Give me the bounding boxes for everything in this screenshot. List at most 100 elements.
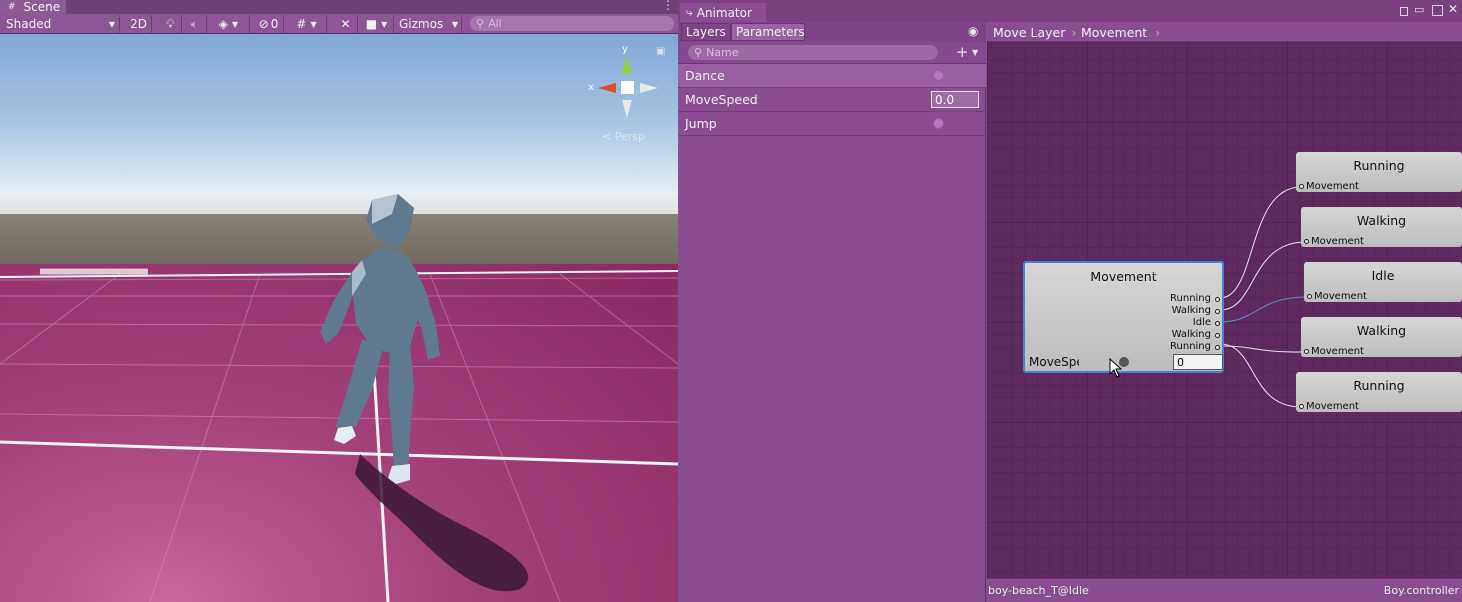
scene-viewport[interactable]: ▀▀▀▀▀▀▀▀▀▀▀▀▀▀ y x ≺ Persp ▣ bbox=[0, 34, 678, 602]
gizmo-x-label: x bbox=[588, 82, 594, 93]
input-port[interactable] bbox=[1307, 294, 1312, 299]
parameters-column: Layers Parameters ◉ ⚲ Name + ▼ Dance Mov… bbox=[678, 22, 986, 602]
tools-toggle[interactable]: ✕ bbox=[334, 15, 358, 33]
parameter-row-jump[interactable]: Jump bbox=[678, 112, 986, 136]
lock-icon[interactable]: ▣ bbox=[656, 46, 665, 57]
parameter-search-input[interactable]: ⚲ Name bbox=[688, 45, 938, 60]
output-label: Running bbox=[1170, 341, 1211, 352]
mode-2d-button[interactable]: 2D bbox=[126, 15, 152, 33]
floor-texture-text: ▀▀▀▀▀▀▀▀▀▀▀▀▀▀ bbox=[39, 268, 148, 281]
chevron-down-icon: ▼ bbox=[310, 19, 317, 29]
orientation-gizmo[interactable]: y x bbox=[588, 44, 658, 118]
blend-param-label: MoveSpeed bbox=[1029, 355, 1079, 369]
output-label: Running bbox=[1170, 293, 1211, 304]
status-controller-name: Boy.controller bbox=[1383, 584, 1459, 597]
blend-param-value: 0 bbox=[1177, 355, 1184, 369]
eye-slash-icon: ⊘ bbox=[258, 17, 269, 31]
motion-node-title: Idle bbox=[1371, 268, 1395, 283]
trigger-toggle[interactable] bbox=[933, 70, 944, 81]
parameter-row-dance[interactable]: Dance bbox=[678, 64, 986, 88]
output-label: Walking bbox=[1171, 305, 1211, 316]
input-port-label: Movement bbox=[1306, 401, 1359, 412]
output-port[interactable] bbox=[1215, 309, 1220, 314]
effects-dropdown[interactable]: ◈ ▼ bbox=[208, 15, 250, 33]
output-port[interactable] bbox=[1215, 333, 1220, 338]
parameter-name: Dance bbox=[685, 68, 725, 83]
motion-node-title: Running bbox=[1353, 378, 1405, 393]
speaker-icon: 🔈︎ bbox=[190, 16, 199, 31]
movespeed-value: 0.0 bbox=[935, 92, 955, 107]
projection-label: Persp bbox=[614, 130, 645, 143]
animator-icon: ⤷ bbox=[686, 5, 693, 19]
motion-node-title: Walking bbox=[1356, 213, 1407, 228]
input-port-label: Movement bbox=[1306, 181, 1359, 192]
layers-parameters-tabs: Layers Parameters ◉ bbox=[678, 22, 986, 42]
shading-mode-dropdown[interactable]: Shaded ▼ bbox=[2, 15, 120, 33]
motion-node-running[interactable]: Running Movement bbox=[1296, 152, 1462, 192]
output-port[interactable] bbox=[1215, 345, 1220, 350]
input-port-label: Movement bbox=[1311, 236, 1364, 247]
parameter-name: Jump bbox=[685, 116, 717, 131]
mode-2d-label: 2D bbox=[130, 17, 147, 31]
grid-snapping-dropdown[interactable]: # ▼ bbox=[287, 15, 327, 33]
input-port[interactable] bbox=[1304, 349, 1309, 354]
close-icon[interactable]: ✕ bbox=[1448, 2, 1458, 16]
camera-dropdown[interactable]: ■ ▼ bbox=[360, 15, 394, 33]
status-asset-name: boy-beach_T@Idle bbox=[988, 584, 1089, 597]
character-shadow bbox=[355, 454, 529, 592]
output-port[interactable] bbox=[1215, 297, 1220, 302]
movespeed-value-field[interactable]: 0.0 bbox=[931, 91, 979, 108]
shading-mode-value: Shaded bbox=[6, 17, 52, 31]
animator-tab[interactable]: ⤷ Animator bbox=[680, 3, 766, 22]
output-label: Idle bbox=[1192, 317, 1211, 328]
input-port[interactable] bbox=[1299, 404, 1304, 409]
tab-layers[interactable]: Layers bbox=[681, 23, 731, 41]
hidden-count: 0 bbox=[270, 17, 279, 31]
add-parameter-button[interactable]: + bbox=[956, 43, 969, 61]
input-port[interactable] bbox=[1304, 239, 1309, 244]
gizmo-y-label: y bbox=[622, 44, 628, 55]
scene-grid-icon: # bbox=[8, 2, 16, 12]
output-port[interactable] bbox=[1215, 321, 1220, 326]
motion-node-running[interactable]: Running Movement bbox=[1296, 372, 1462, 412]
param-search-placeholder: Name bbox=[706, 46, 739, 59]
scene-render: ▀▀▀▀▀▀▀▀▀▀▀▀▀▀ y x bbox=[0, 44, 678, 602]
scene-visibility-toggle[interactable]: ⊘ 0 bbox=[254, 15, 284, 33]
layers-icon: ◈ bbox=[218, 17, 229, 31]
search-icon: ⚲ bbox=[476, 17, 485, 30]
tools-icon: ✕ bbox=[340, 17, 351, 31]
lock-icon[interactable] bbox=[1400, 7, 1408, 16]
trigger-toggle[interactable] bbox=[933, 118, 944, 129]
input-port-label: Movement bbox=[1311, 346, 1364, 357]
chevron-down-icon: ▼ bbox=[232, 19, 239, 29]
window-maximize-icon[interactable] bbox=[1432, 5, 1443, 16]
blend-tree-node[interactable]: Movement Running Walking Idle Walking Ru… bbox=[1023, 261, 1224, 373]
blend-tree-graph[interactable]: Move Layer › Movement › Movement Running… bbox=[987, 22, 1462, 602]
chevron-down-icon[interactable]: ▼ bbox=[972, 48, 978, 57]
scene-tab[interactable]: # Scene bbox=[0, 0, 66, 14]
output-label: Walking bbox=[1171, 329, 1211, 340]
eye-icon[interactable]: ◉ bbox=[968, 24, 978, 38]
kebab-menu-icon[interactable]: ⋮ bbox=[662, 0, 674, 12]
projection-toggle[interactable]: ≺ Persp bbox=[602, 130, 645, 143]
gizmos-dropdown[interactable]: Gizmos ▼ bbox=[396, 15, 462, 33]
scene-search-input[interactable]: ⚲ All bbox=[470, 16, 674, 31]
scene-search-placeholder: All bbox=[488, 17, 502, 30]
parameter-row-movespeed[interactable]: MoveSpeed 0.0 bbox=[678, 88, 986, 112]
input-port-label: Movement bbox=[1314, 291, 1367, 302]
parameter-search-row: ⚲ Name + ▼ bbox=[678, 42, 986, 64]
animator-tab-bar: ⤷ Animator ▭ ✕ bbox=[678, 0, 1462, 22]
tab-parameters[interactable]: Parameters bbox=[731, 23, 805, 41]
blend-param-input[interactable]: 0 bbox=[1173, 354, 1223, 370]
motion-node-walking[interactable]: Walking Movement bbox=[1301, 317, 1462, 357]
lighting-toggle[interactable]: 💡︎ bbox=[160, 15, 182, 33]
grid-icon: # bbox=[296, 17, 307, 31]
input-port[interactable] bbox=[1299, 184, 1304, 189]
maximize-menu-icon[interactable]: ▭ bbox=[1414, 3, 1424, 16]
persp-arrows-icon: ≺ bbox=[602, 130, 612, 143]
motion-node-idle[interactable]: Idle Movement bbox=[1304, 262, 1462, 302]
animator-tab-label: Animator bbox=[696, 5, 752, 20]
gizmos-label: Gizmos bbox=[399, 17, 444, 31]
motion-node-walking[interactable]: Walking Movement bbox=[1301, 207, 1462, 247]
audio-toggle[interactable]: 🔈︎ bbox=[183, 15, 207, 33]
